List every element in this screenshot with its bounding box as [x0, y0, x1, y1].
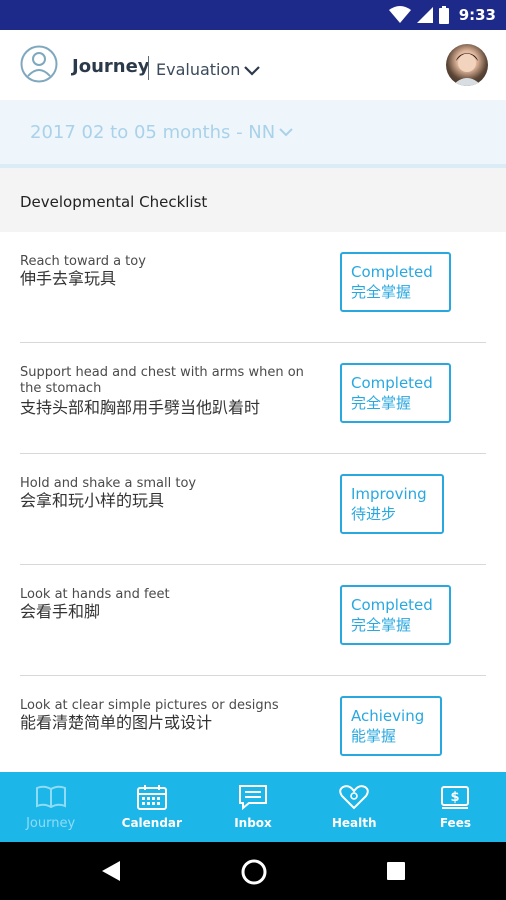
status-label-chinese: 完全掌握 — [351, 394, 412, 412]
section-header: Developmental Checklist — [0, 168, 506, 232]
status-label-english: Completed — [351, 596, 433, 614]
status-label-english: Improving — [351, 485, 427, 503]
page-title: Journey — [72, 56, 150, 77]
checklist-item-chinese: 能看清楚简单的图片或设计 — [20, 713, 213, 732]
period-filter[interactable]: 2017 02 to 05 months - NN — [0, 100, 506, 164]
status-label-chinese: 待进步 — [351, 505, 397, 523]
calendar-icon — [136, 785, 167, 810]
status-label-english: Completed — [351, 263, 433, 281]
chevron-down-icon[interactable] — [243, 63, 261, 77]
status-label-english: Completed — [351, 374, 433, 392]
status-label-chinese: 能掌握 — [351, 727, 397, 745]
dollar-icon: $ — [441, 786, 470, 809]
book-icon — [35, 785, 66, 809]
status-label-english: Achieving — [351, 707, 425, 725]
developmental-checklist: Reach toward a toy 伸手去拿玩具 Completed 完全掌握… — [0, 232, 506, 772]
checklist-item-english: Look at hands and feet — [20, 587, 170, 602]
nav-label: Calendar — [121, 816, 182, 830]
nav-label: Journey — [26, 816, 76, 831]
title-divider — [148, 56, 149, 80]
checklist-item: Support head and chest with arms when on… — [0, 343, 506, 454]
status-label-chinese: 完全掌握 — [351, 616, 412, 634]
home-icon[interactable] — [240, 858, 268, 886]
back-icon[interactable] — [100, 860, 122, 882]
battery-icon — [438, 6, 449, 24]
status-label-chinese: 完全掌握 — [351, 283, 412, 301]
bottom-navigation: Journey Calendar Inbox Health $ Fees — [0, 772, 506, 842]
checklist-item-english: Look at clear simple pictures or designs — [20, 698, 279, 713]
nav-label: Inbox — [234, 816, 272, 830]
nav-label: Fees — [439, 816, 471, 830]
checklist-item: Look at hands and feet 会看手和脚 Completed 完… — [0, 565, 506, 676]
nav-tab-inbox[interactable]: Inbox — [202, 772, 303, 842]
checklist-item: Hold and shake a small toy 会拿和玩小样的玩具 Imp… — [0, 454, 506, 565]
status-button[interactable]: Completed 完全掌握 — [340, 363, 451, 423]
nav-label: Health — [331, 816, 377, 830]
nav-tab-calendar[interactable]: Calendar — [101, 772, 202, 842]
nav-tab-fees[interactable]: $ Fees — [405, 772, 506, 842]
chevron-down-icon[interactable] — [278, 126, 294, 138]
system-navigation-bar — [0, 842, 506, 900]
checklist-item-chinese: 伸手去拿玩具 — [20, 269, 117, 288]
checklist-item-chinese: 会拿和玩小样的玩具 — [20, 491, 165, 510]
status-button[interactable]: Improving 待进步 — [340, 474, 444, 534]
checklist-item-english: Reach toward a toy — [20, 254, 146, 269]
checklist-item-chinese: 会看手和脚 — [20, 602, 101, 621]
heart-icon — [339, 785, 369, 810]
checklist-item: Look at clear simple pictures or designs… — [0, 676, 506, 772]
checklist-item-english: Support head and chest with arms when on… — [20, 365, 304, 396]
wifi-icon — [388, 6, 411, 23]
status-button[interactable]: Achieving 能掌握 — [340, 696, 442, 756]
checklist-item-chinese: 支持头部和胸部用手劈当他趴着时 — [20, 398, 261, 417]
nav-tab-health[interactable]: Health — [304, 772, 405, 842]
recents-icon[interactable] — [386, 861, 406, 881]
app-header: Journey Evaluation — [0, 30, 506, 100]
svg-text:$: $ — [451, 790, 460, 805]
section-title: Developmental Checklist — [20, 193, 208, 211]
person-outline-icon[interactable] — [20, 45, 58, 83]
checklist-item: Reach toward a toy 伸手去拿玩具 Completed 完全掌握 — [0, 232, 506, 343]
nav-tab-journey[interactable]: Journey — [0, 772, 101, 842]
signal-icon — [416, 7, 433, 23]
avatar[interactable] — [446, 44, 488, 86]
status-bar: 9:33 — [0, 0, 506, 30]
status-time: 9:33 — [458, 6, 496, 24]
checklist-item-english: Hold and shake a small toy — [20, 476, 197, 491]
section-dropdown-label[interactable]: Evaluation — [156, 60, 240, 79]
status-button[interactable]: Completed 完全掌握 — [340, 252, 451, 312]
status-button[interactable]: Completed 完全掌握 — [340, 585, 451, 645]
message-icon — [239, 785, 267, 810]
period-filter-value[interactable]: 2017 02 to 05 months - NN — [30, 122, 275, 143]
